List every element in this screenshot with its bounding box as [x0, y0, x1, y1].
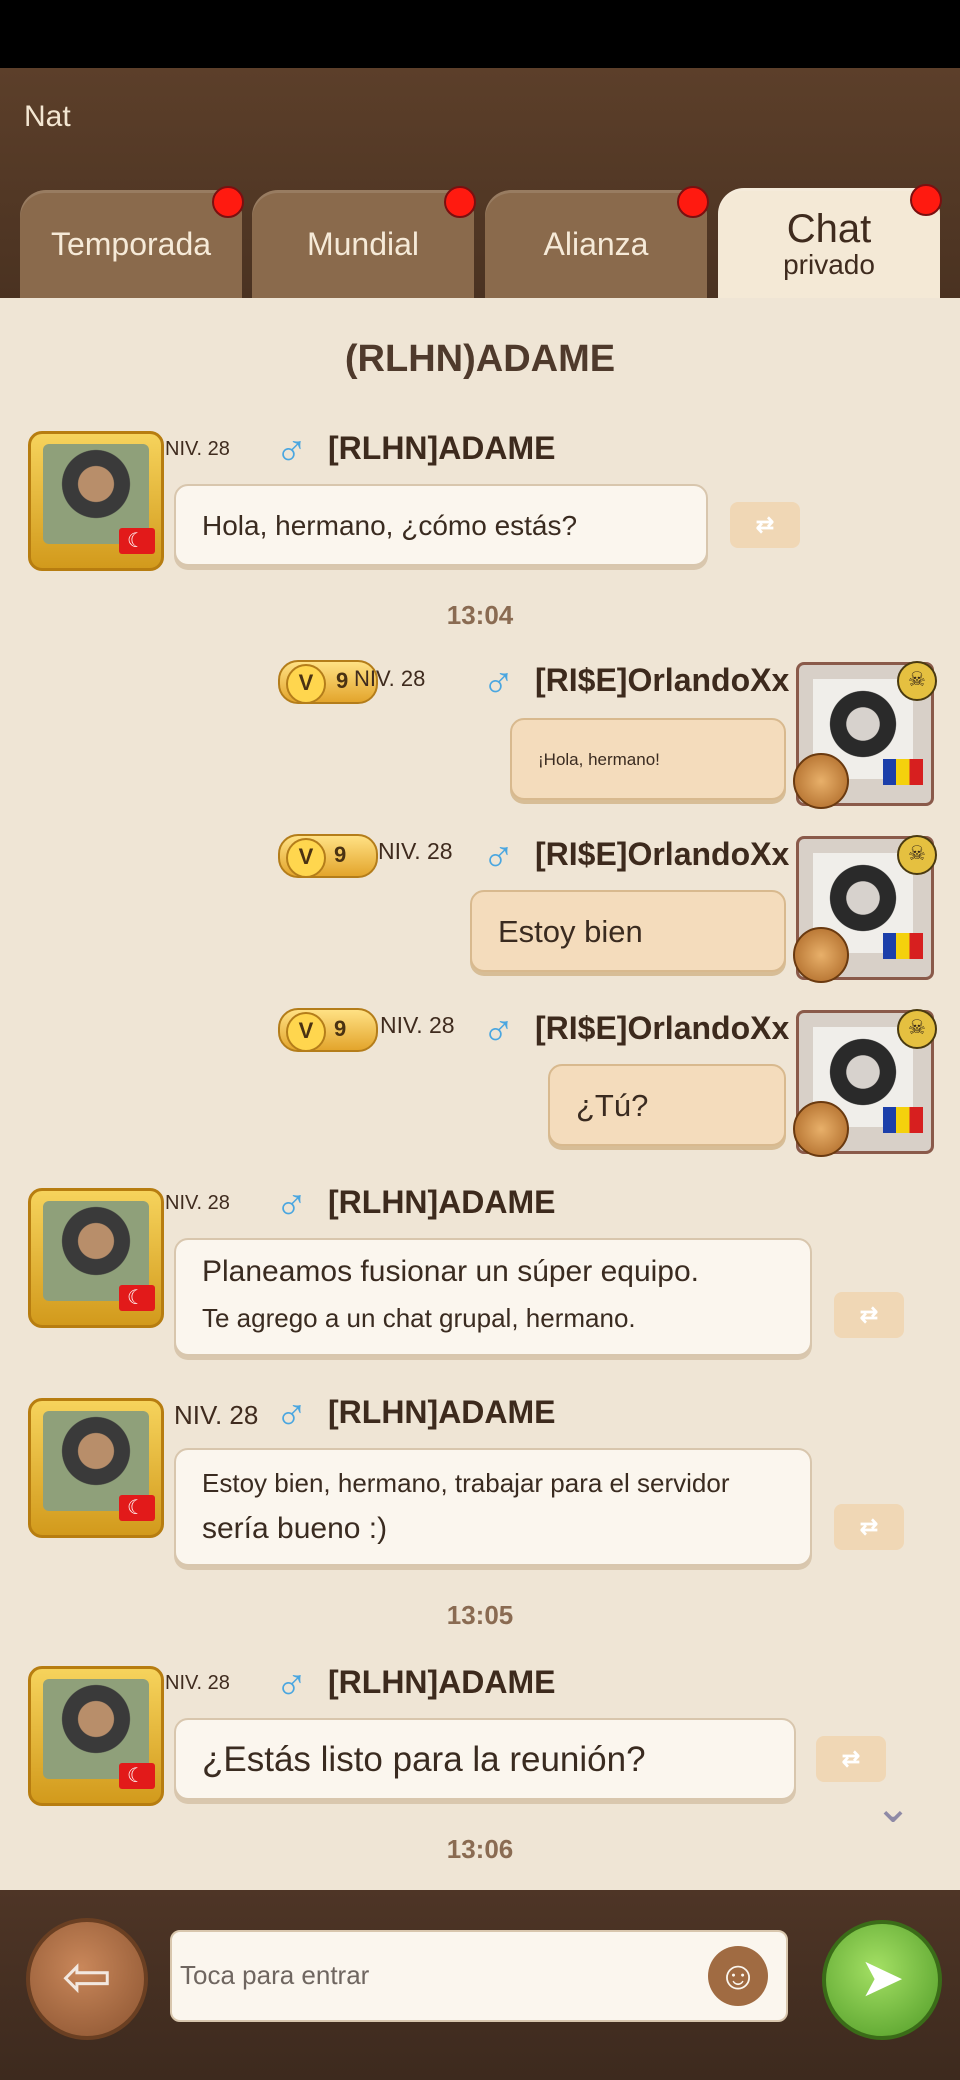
sender-name[interactable]: [RI$E]OrlandoXx [535, 1010, 789, 1047]
emoji-icon[interactable]: ☺ [708, 1946, 768, 2006]
tab-label: Chat [786, 207, 872, 251]
tab-temporada[interactable]: Temporada [20, 186, 244, 298]
vip-icon: V [286, 664, 326, 704]
timestamp: 13:05 [446, 1600, 514, 1630]
hammer-icon [793, 1101, 849, 1157]
notification-dot [212, 186, 244, 218]
message-text: ¿Tú? [576, 1088, 649, 1123]
message-input[interactable]: Toca para entrar [170, 1930, 788, 2022]
message-text: ¿Estás listo para la reunión? [202, 1740, 646, 1779]
message-bubble[interactable]: ¡Hola, hermano! [510, 718, 786, 800]
notification-dot [444, 186, 476, 218]
message-bubble[interactable]: ¿Tú? [548, 1064, 786, 1146]
avatar-orlando[interactable]: ☠ [793, 1009, 937, 1157]
tab-alianza[interactable]: Alianza [485, 186, 709, 298]
vip-icon: V [286, 838, 326, 878]
skull-icon: ☠ [897, 661, 937, 701]
message-bubble[interactable]: Hola, hermano, ¿cómo estás? [174, 484, 708, 566]
message-text: Estoy bien [498, 914, 643, 949]
message-text-line: Te agrego a un chat grupal, hermano. [202, 1303, 636, 1333]
male-icon: ♂ [275, 1659, 308, 1708]
hammer-icon [793, 753, 849, 809]
vip-badge: V 9 [278, 1008, 378, 1052]
message-bubble[interactable]: Estoy bien [470, 890, 786, 972]
sender-name[interactable]: [RLHN]ADAME [328, 430, 556, 467]
flag-icon [119, 1495, 155, 1521]
male-icon: ♂ [275, 425, 308, 474]
sender-name[interactable]: [RLHN]ADAME [328, 1664, 556, 1701]
input-placeholder: Toca para entrar [180, 1960, 370, 1990]
flag-icon [883, 1107, 923, 1133]
male-icon: ♂ [275, 1179, 308, 1228]
flag-icon [883, 933, 923, 959]
avatar-adame[interactable] [28, 1398, 164, 1538]
chevron-down-icon[interactable]: ⌄ [866, 1786, 920, 1830]
timestamp: 13:06 [446, 1834, 514, 1864]
avatar-orlando[interactable]: ☠ [793, 661, 937, 809]
level-label: NIV. 28 [378, 838, 453, 864]
translate-icon[interactable]: ⇄ [730, 502, 800, 548]
male-icon: ♂ [275, 1389, 308, 1438]
tab-sublabel: privado [783, 249, 875, 280]
message-bubble[interactable]: ¿Estás listo para la reunión? [174, 1718, 796, 1800]
translate-icon[interactable]: ⇄ [816, 1736, 886, 1782]
vip-level: 9 [336, 668, 349, 693]
vip-level: 9 [334, 1016, 347, 1041]
tab-label: Mundial [306, 225, 420, 262]
sender-name[interactable]: [RLHN]ADAME [328, 1184, 556, 1221]
vip-level: 9 [334, 842, 347, 867]
message-text-line: sería bueno :) [202, 1512, 388, 1545]
skull-icon: ☠ [897, 1009, 937, 1049]
skull-icon: ☠ [897, 835, 937, 875]
level-label: NIV. 28 [165, 438, 230, 460]
avatar-adame[interactable] [28, 1188, 164, 1328]
translate-icon[interactable]: ⇄ [834, 1292, 904, 1338]
status-bar [0, 0, 960, 68]
tab-label: Temporada [50, 225, 212, 262]
flag-icon [119, 1763, 155, 1789]
translate-icon[interactable]: ⇄ [834, 1504, 904, 1550]
message-text-line: Estoy bien, hermano, trabajar para el se… [202, 1468, 730, 1498]
chat-area[interactable]: (RLHN)ADAME NIV. 28 ♂ [RLHN]ADAME Hola, … [0, 298, 960, 1890]
tab-chat-privado[interactable]: Chat privado [718, 184, 942, 300]
message-text: ¡Hola, hermano! [538, 750, 660, 769]
tab-label: Alianza [543, 225, 649, 262]
notification-dot [910, 184, 942, 216]
user-name: Nat [24, 100, 71, 133]
message-bubble[interactable]: Estoy bien, hermano, trabajar para el se… [174, 1448, 812, 1566]
level-label: NIV. 28 [174, 1400, 259, 1430]
message-text: Hola, hermano, ¿cómo estás? [202, 510, 578, 541]
avatar-adame[interactable] [28, 431, 164, 571]
chat-title: (RLHN)ADAME [344, 338, 616, 380]
timestamp: 13:04 [446, 600, 514, 630]
level-label: NIV. 28 [380, 1012, 455, 1038]
flag-icon [119, 528, 155, 554]
message-bubble[interactable]: Planeamos fusionar un súper equipo. Te a… [174, 1238, 812, 1356]
tab-mundial[interactable]: Mundial [252, 186, 476, 298]
vip-icon: V [286, 1012, 326, 1052]
vip-badge: V 9 [278, 834, 378, 878]
male-icon: ♂ [482, 831, 515, 880]
level-label: NIV. 28 [165, 1192, 230, 1214]
male-icon: ♂ [482, 657, 515, 706]
notification-dot [677, 186, 709, 218]
send-icon[interactable]: ➤ [822, 1920, 942, 2040]
sender-name[interactable]: [RI$E]OrlandoXx [535, 662, 789, 699]
message-text-line: Planeamos fusionar un súper equipo. [202, 1255, 699, 1288]
level-label: NIV. 28 [354, 666, 426, 691]
flag-icon [883, 759, 923, 785]
male-icon: ♂ [482, 1005, 515, 1054]
flag-icon [119, 1285, 155, 1311]
back-arrow-icon[interactable]: ⇦ [26, 1918, 148, 2040]
avatar-orlando[interactable]: ☠ [793, 835, 937, 983]
sender-name[interactable]: [RI$E]OrlandoXx [535, 836, 789, 873]
level-label: NIV. 28 [165, 1672, 230, 1694]
avatar-adame[interactable] [28, 1666, 164, 1806]
hammer-icon [793, 927, 849, 983]
sender-name[interactable]: [RLHN]ADAME [328, 1394, 556, 1431]
